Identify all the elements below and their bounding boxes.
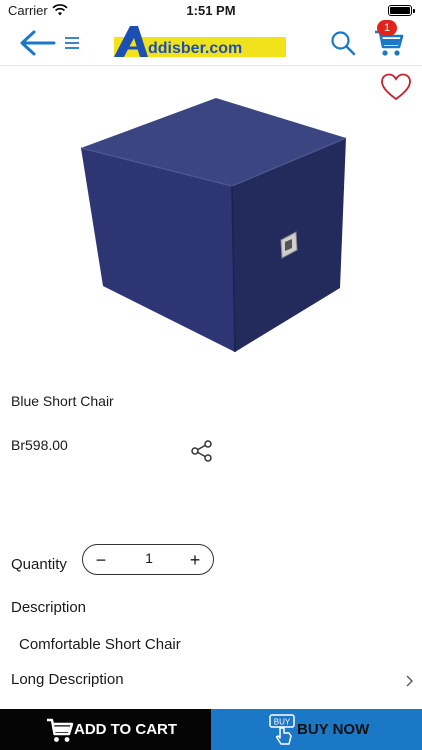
quantity-stepper: − 1 + [82,544,214,575]
buy-now-button[interactable]: BUY BUY NOW [211,709,422,750]
buy-tap-icon: BUY [269,714,295,745]
heart-outline-icon[interactable] [380,72,412,102]
search-icon[interactable] [330,30,356,56]
long-description-label: Long Description [11,671,124,688]
long-description-row[interactable]: Long Description [0,664,422,696]
share-icon[interactable] [190,440,214,462]
product-price: Br598.00 [11,437,68,453]
svg-text:ddisber.com: ddisber.com [148,40,242,57]
status-bar: Carrier 1:51 PM [0,0,422,22]
chevron-right-icon [406,675,413,687]
add-to-cart-button[interactable]: ADD TO CART [0,709,211,750]
decrease-quantity-button[interactable]: − [91,549,111,571]
cart-icon [47,718,74,742]
description-container: Comfortable Short Chair [0,628,422,650]
product-name: Blue Short Chair [11,393,114,409]
description-heading: Description [11,599,87,616]
buy-now-label: BUY NOW [297,721,370,738]
brand-logo[interactable]: ddisber.com [112,24,288,62]
hamburger-menu-icon[interactable] [64,35,80,51]
quantity-value[interactable]: 1 [127,550,171,566]
increase-quantity-button[interactable]: + [185,549,205,571]
quantity-label: Quantity [11,556,67,573]
back-arrow-icon[interactable] [18,29,56,57]
buy-icon-text: BUY [274,718,291,727]
cart-count-badge: 1 [377,20,397,36]
battery-icon [388,5,415,16]
status-time: 1:51 PM [186,3,236,18]
add-to-cart-label: ADD TO CART [74,721,178,738]
app-header: ddisber.com 1 [0,20,422,66]
product-image [80,98,347,353]
description-text: Comfortable Short Chair [19,636,181,650]
